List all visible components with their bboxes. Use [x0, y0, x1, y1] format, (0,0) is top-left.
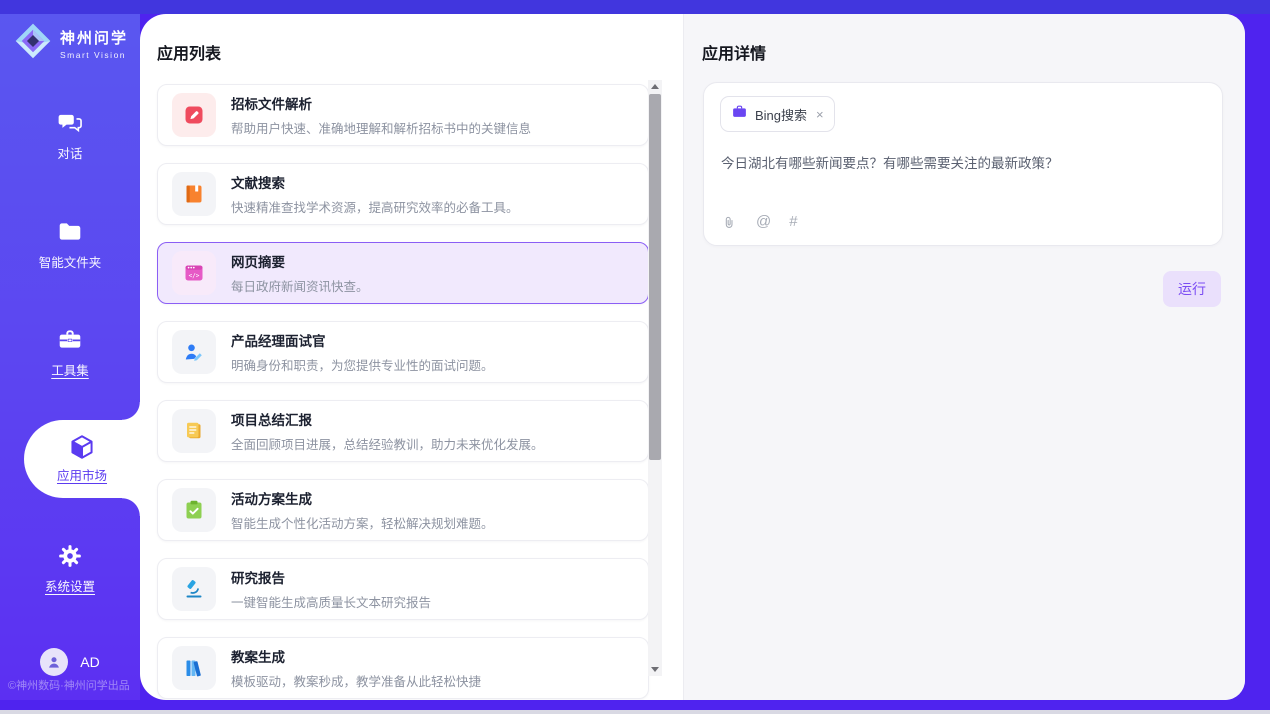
scroll-down-button[interactable]	[648, 663, 662, 676]
cube-icon	[68, 434, 96, 460]
sidebar: 神州问学 Smart Vision 对话 智能文件夹 工具集 应用市场 系统设置…	[0, 14, 140, 700]
hash-icon[interactable]: #	[789, 213, 797, 231]
app-card-description: 快速精准查找学术资源，提高研究效率的必备工具。	[231, 197, 519, 216]
brand-tagline: Smart Vision	[60, 50, 128, 60]
app-card-description: 一键智能生成高质量长文本研究报告	[231, 592, 431, 611]
literature-icon	[172, 172, 216, 216]
composer-card[interactable]: Bing搜索 × 今日湖北有哪些新闻要点？有哪些需要关注的最新政策？ @#	[703, 82, 1223, 246]
app-card-lesson-plan[interactable]: 教案生成 模板驱动，教案秒成，教学准备从此轻松快捷	[157, 637, 649, 699]
app-card-web-summary[interactable]: </> 网页摘要 每日政府新闻资讯快查。	[157, 242, 649, 304]
user-account[interactable]: AD	[0, 648, 140, 676]
sidebar-item-label: 智能文件夹	[39, 252, 102, 271]
paperclip-icon[interactable]	[721, 214, 738, 231]
briefcase-icon	[731, 103, 748, 125]
app-card-title: 研究报告	[231, 567, 431, 587]
user-initials: AD	[80, 654, 99, 670]
app-card-pm-interviewer[interactable]: 产品经理面试官 明确身份和职责，为您提供专业性的面试问题。	[157, 321, 649, 383]
brand-logo-diamond-icon	[14, 22, 52, 65]
activity-plan-icon	[172, 488, 216, 532]
app-detail-panel: 应用详情 Bing搜索 × 今日湖北有哪些新闻要点？有哪些需要关注的最新政策？ …	[683, 14, 1245, 700]
svg-text:</>: </>	[189, 272, 200, 279]
sidebar-item-toolset[interactable]: 工具集	[0, 327, 140, 379]
app-card-research-report[interactable]: 研究报告 一键智能生成高质量长文本研究报告	[157, 558, 649, 620]
sidebar-item-smart-folders[interactable]: 智能文件夹	[0, 219, 140, 271]
sidebar-item-label: 对话	[57, 143, 82, 162]
app-card-title: 产品经理面试官	[231, 330, 494, 350]
tender-doc-icon	[172, 93, 216, 137]
at-icon[interactable]: @	[756, 213, 771, 231]
sidebar-item-app-market[interactable]: 应用市场	[24, 420, 140, 498]
app-card-title: 文献搜索	[231, 172, 519, 192]
app-card-tender-analysis[interactable]: 招标文件解析 帮助用户快速、准确地理解和解析招标书中的关键信息	[157, 84, 649, 146]
tool-tag-label: Bing搜索	[755, 105, 807, 124]
window-top-strip	[0, 0, 1270, 14]
app-card-title: 招标文件解析	[231, 93, 531, 113]
app-card-description: 帮助用户快速、准确地理解和解析招标书中的关键信息	[231, 118, 531, 137]
main-content: 应用列表 招标文件解析 帮助用户快速、准确地理解和解析招标书中的关键信息 文献搜…	[140, 14, 1245, 700]
chat-icon	[56, 110, 84, 136]
research-icon	[172, 567, 216, 611]
triangle-up-icon	[651, 84, 659, 89]
pm-interviewer-icon	[172, 330, 216, 374]
sidebar-item-label: 系统设置	[45, 576, 95, 595]
project-summary-icon	[172, 409, 216, 453]
app-card-description: 智能生成个性化活动方案，轻松解决规划难题。	[231, 513, 494, 532]
app-card-description: 模板驱动，教案秒成，教学准备从此轻松快捷	[231, 671, 481, 690]
app-detail-title: 应用详情	[702, 40, 766, 64]
app-list-title: 应用列表	[157, 40, 221, 64]
app-list: 招标文件解析 帮助用户快速、准确地理解和解析招标书中的关键信息 文献搜索 快速精…	[157, 84, 649, 700]
avatar	[40, 648, 68, 676]
copyright: ©神州数码·神州问学出品	[8, 677, 130, 693]
scrollbar-thumb[interactable]	[649, 94, 661, 460]
triangle-down-icon	[651, 667, 659, 672]
app-card-title: 项目总结汇报	[231, 409, 544, 429]
web-summary-icon: </>	[172, 251, 216, 295]
app-card-literature-search[interactable]: 文献搜索 快速精准查找学术资源，提高研究效率的必备工具。	[157, 163, 649, 225]
app-card-title: 网页摘要	[231, 251, 369, 271]
close-icon[interactable]: ×	[816, 108, 824, 121]
run-button[interactable]: 运行	[1163, 271, 1221, 307]
tool-tag-bing-search[interactable]: Bing搜索 ×	[720, 96, 835, 132]
composer-actions: @#	[721, 213, 798, 231]
folder-icon	[56, 219, 84, 245]
app-list-scrollbar[interactable]	[648, 80, 662, 676]
toolbox-icon	[56, 327, 84, 353]
app-card-title: 活动方案生成	[231, 488, 494, 508]
sidebar-item-label: 应用市场	[57, 465, 107, 484]
brand-name: 神州问学	[60, 27, 128, 48]
app-card-title: 教案生成	[231, 646, 481, 666]
app-card-project-summary[interactable]: 项目总结汇报 全面回顾项目进展，总结经验教训，助力未来优化发展。	[157, 400, 649, 462]
lesson-plan-icon	[172, 646, 216, 690]
brand: 神州问学 Smart Vision	[14, 22, 128, 65]
query-text[interactable]: 今日湖北有哪些新闻要点？有哪些需要关注的最新政策？	[721, 152, 1201, 172]
gear-icon	[56, 543, 84, 569]
sidebar-item-system-settings[interactable]: 系统设置	[0, 543, 140, 595]
sidebar-item-dialogue[interactable]: 对话	[0, 110, 140, 162]
app-card-description: 明确身份和职责，为您提供专业性的面试问题。	[231, 355, 494, 374]
app-card-activity-plan[interactable]: 活动方案生成 智能生成个性化活动方案，轻松解决规划难题。	[157, 479, 649, 541]
person-icon	[45, 653, 63, 671]
sidebar-item-label: 工具集	[51, 360, 89, 379]
app-card-description: 每日政府新闻资讯快查。	[231, 276, 369, 295]
app-card-description: 全面回顾项目进展，总结经验教训，助力未来优化发展。	[231, 434, 544, 453]
scroll-up-button[interactable]	[648, 80, 662, 93]
